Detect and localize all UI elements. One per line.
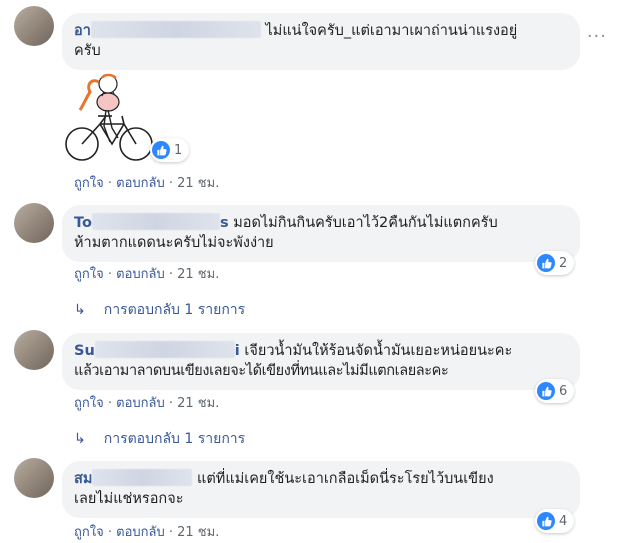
reply-link[interactable]: ตอบกลับ (116, 525, 165, 540)
comment-text-line2: ห้ามตากแดดนะครับไม่จะพังง่าย (74, 235, 274, 251)
comment-text-line1: เจียวน้ำมันให้ร้อนจัดน้ำมันเยอะหน่อยนะคะ (244, 343, 513, 359)
bicycle-girl-sticker (65, 73, 153, 161)
replies-label[interactable]: การตอบกลับ 1 รายการ (104, 428, 245, 450)
timestamp[interactable]: 21 ชม. (177, 176, 219, 191)
replies-label[interactable]: การตอบกลับ 1 รายการ (104, 299, 245, 321)
like-link[interactable]: ถูกใจ (74, 525, 104, 540)
thumbs-up-icon (537, 382, 555, 400)
reaction-count[interactable]: 6 (535, 379, 575, 403)
comment-author[interactable]: To s (74, 213, 229, 231)
reaction-number: 1 (174, 142, 183, 158)
avatar[interactable] (14, 330, 54, 370)
comment-text-line1: มอดไม่กินกินครับเอาไว้2คืนกันไม่แตกครับ (233, 215, 498, 231)
reaction-count[interactable]: 4 (535, 509, 575, 533)
redacted-name (92, 469, 193, 486)
reply-link[interactable]: ตอบกลับ (116, 396, 165, 411)
view-replies-link[interactable]: ↳ การตอบกลับ 1 รายการ (74, 428, 245, 450)
reply-arrow-icon: ↳ (74, 302, 86, 318)
reply-link[interactable]: ตอบกลับ (116, 176, 165, 191)
avatar[interactable] (14, 458, 54, 498)
comment-actions: ถูกใจ · ตอบกลับ · 21 ชม. (74, 267, 220, 282)
comment-actions: ถูกใจ · ตอบกลับ · 21 ชม. (74, 396, 220, 411)
reply-link[interactable]: ตอบกลับ (116, 267, 165, 282)
like-link[interactable]: ถูกใจ (74, 176, 104, 191)
like-link[interactable]: ถูกใจ (74, 396, 104, 411)
reaction-number: 2 (559, 255, 568, 271)
timestamp[interactable]: 21 ชม. (177, 396, 219, 411)
thumbs-up-icon (152, 141, 170, 159)
comment-bubble: Su i เจียวน้ำมันให้ร้อนจัดน้ำมันเยอะหน่อย… (62, 333, 580, 390)
comment-actions: ถูกใจ · ตอบกลับ · 21 ชม. (74, 525, 220, 540)
reaction-count[interactable]: 1 (150, 138, 190, 162)
comment-author[interactable]: อา (74, 21, 261, 39)
reaction-count[interactable]: 2 (535, 251, 575, 275)
avatar[interactable] (14, 203, 54, 243)
comment-bubble: To s มอดไม่กินกินครับเอาไว้2คืนกันไม่แตกค… (62, 205, 580, 262)
comment-text-line1: ไม่แน่ใจครับ_แต่เอามาเผาถ่านน่าแรงอยู่ (265, 23, 518, 39)
avatar[interactable] (14, 6, 54, 46)
redacted-name (90, 21, 261, 38)
comment-actions: ถูกใจ · ตอบกลับ · 21 ชม. (74, 176, 220, 191)
timestamp[interactable]: 21 ชม. (177, 267, 219, 282)
reply-arrow-icon: ↳ (74, 431, 86, 447)
comment-bubble: อา ไม่แน่ใจครับ_แต่เอามาเผาถ่านน่าแรงอยู… (62, 13, 580, 70)
more-options-icon[interactable]: ··· (587, 26, 607, 47)
comment-author[interactable]: Su i (74, 341, 240, 359)
redacted-name (94, 341, 235, 358)
thumbs-up-icon (537, 254, 555, 272)
timestamp[interactable]: 21 ชม. (177, 525, 219, 540)
view-replies-link[interactable]: ↳ การตอบกลับ 1 รายการ (74, 299, 245, 321)
comment-author[interactable]: สม (74, 469, 193, 487)
comment-text-line1: แต่ที่แม่เคยใช้นะเอาเกลือเม็ดนี่ระโรยไว้… (197, 471, 494, 487)
comment-text-line2: เลยไม่แช่หรอกจะ (74, 491, 184, 507)
reaction-number: 4 (559, 513, 568, 529)
thumbs-up-icon (537, 512, 555, 530)
comment-bubble: สม แต่ที่แม่เคยใช้นะเอาเกลือเม็ดนี่ระโรย… (62, 461, 580, 518)
like-link[interactable]: ถูกใจ (74, 267, 104, 282)
comment-text-line2: ครับ (74, 43, 101, 59)
redacted-name (91, 213, 220, 230)
reaction-number: 6 (559, 383, 568, 399)
comment-text-line2: แล้วเอามาลาดบนเขียงเลยจะได้เขียงที่ทนและ… (74, 363, 449, 379)
